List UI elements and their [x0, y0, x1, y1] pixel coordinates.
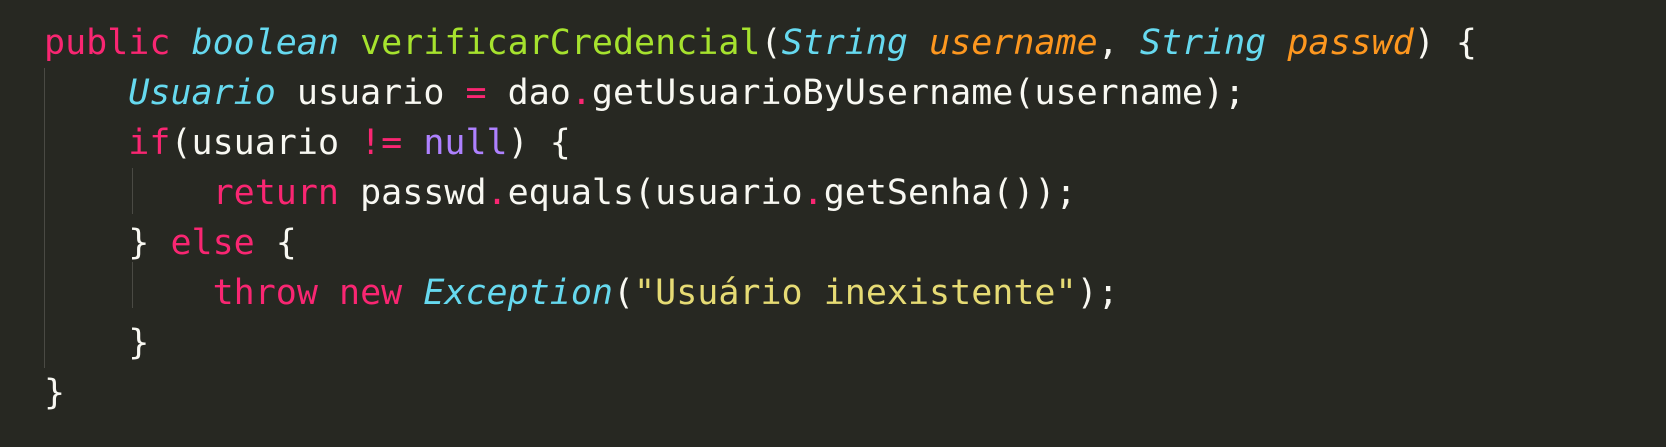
code-token: public — [44, 23, 171, 63]
code-token: ( — [760, 23, 782, 63]
code-line-4: return passwd.equals(usuario.getSenha())… — [44, 168, 1077, 218]
code-line-5: } else { — [44, 218, 297, 268]
code-token: } — [44, 373, 66, 413]
code-token: . — [802, 173, 824, 213]
code-token: } — [44, 323, 150, 363]
code-token: null — [423, 123, 508, 163]
code-line-1: public boolean verificarCredencial(Strin… — [44, 18, 1477, 68]
code-token: . — [570, 73, 592, 113]
code-line-3: if(usuario != null) { — [44, 118, 571, 168]
code-token: ( — [612, 273, 635, 313]
code-token: getUsuarioByUsername(username); — [591, 73, 1246, 113]
code-token: equals(usuario — [507, 173, 803, 213]
code-token: Usuario — [128, 73, 276, 113]
code-token: dao — [486, 73, 571, 113]
code-token: { — [254, 223, 297, 263]
code-token: ) { — [507, 123, 571, 163]
code-editor[interactable]: public boolean verificarCredencial(Strin… — [0, 0, 1666, 447]
code-token: else — [170, 223, 255, 263]
code-token: throw — [212, 273, 318, 313]
code-token: "Usuário inexistente" — [634, 273, 1077, 313]
code-token: new — [339, 273, 403, 313]
code-token: = — [465, 73, 487, 113]
code-token: passwd — [339, 173, 487, 213]
code-token: ); — [1076, 273, 1119, 313]
code-token: username — [929, 23, 1098, 63]
code-token: } — [44, 223, 171, 263]
code-token: boolean — [191, 23, 340, 63]
code-line-7: } — [44, 318, 149, 368]
code-token: if — [128, 123, 171, 163]
code-line-8: } — [44, 368, 65, 418]
code-token: passwd — [1287, 23, 1414, 63]
code-token: (usuario — [170, 123, 361, 163]
code-token: Exception — [423, 273, 613, 313]
code-line-2: Usuario usuario = dao.getUsuarioByUserna… — [44, 68, 1245, 118]
code-token: usuario — [275, 73, 466, 113]
code-token: getSenha()); — [823, 173, 1077, 213]
code-token: String — [1139, 23, 1267, 63]
code-token: ) { — [1413, 23, 1477, 63]
code-token: . — [486, 173, 508, 213]
code-token: verificarCredencial — [360, 23, 761, 63]
code-line-6: throw new Exception("Usuário inexistente… — [44, 268, 1119, 318]
code-token: return — [212, 173, 340, 213]
code-token: , — [1097, 23, 1140, 63]
code-token: != — [360, 123, 403, 163]
code-token: String — [781, 23, 908, 63]
